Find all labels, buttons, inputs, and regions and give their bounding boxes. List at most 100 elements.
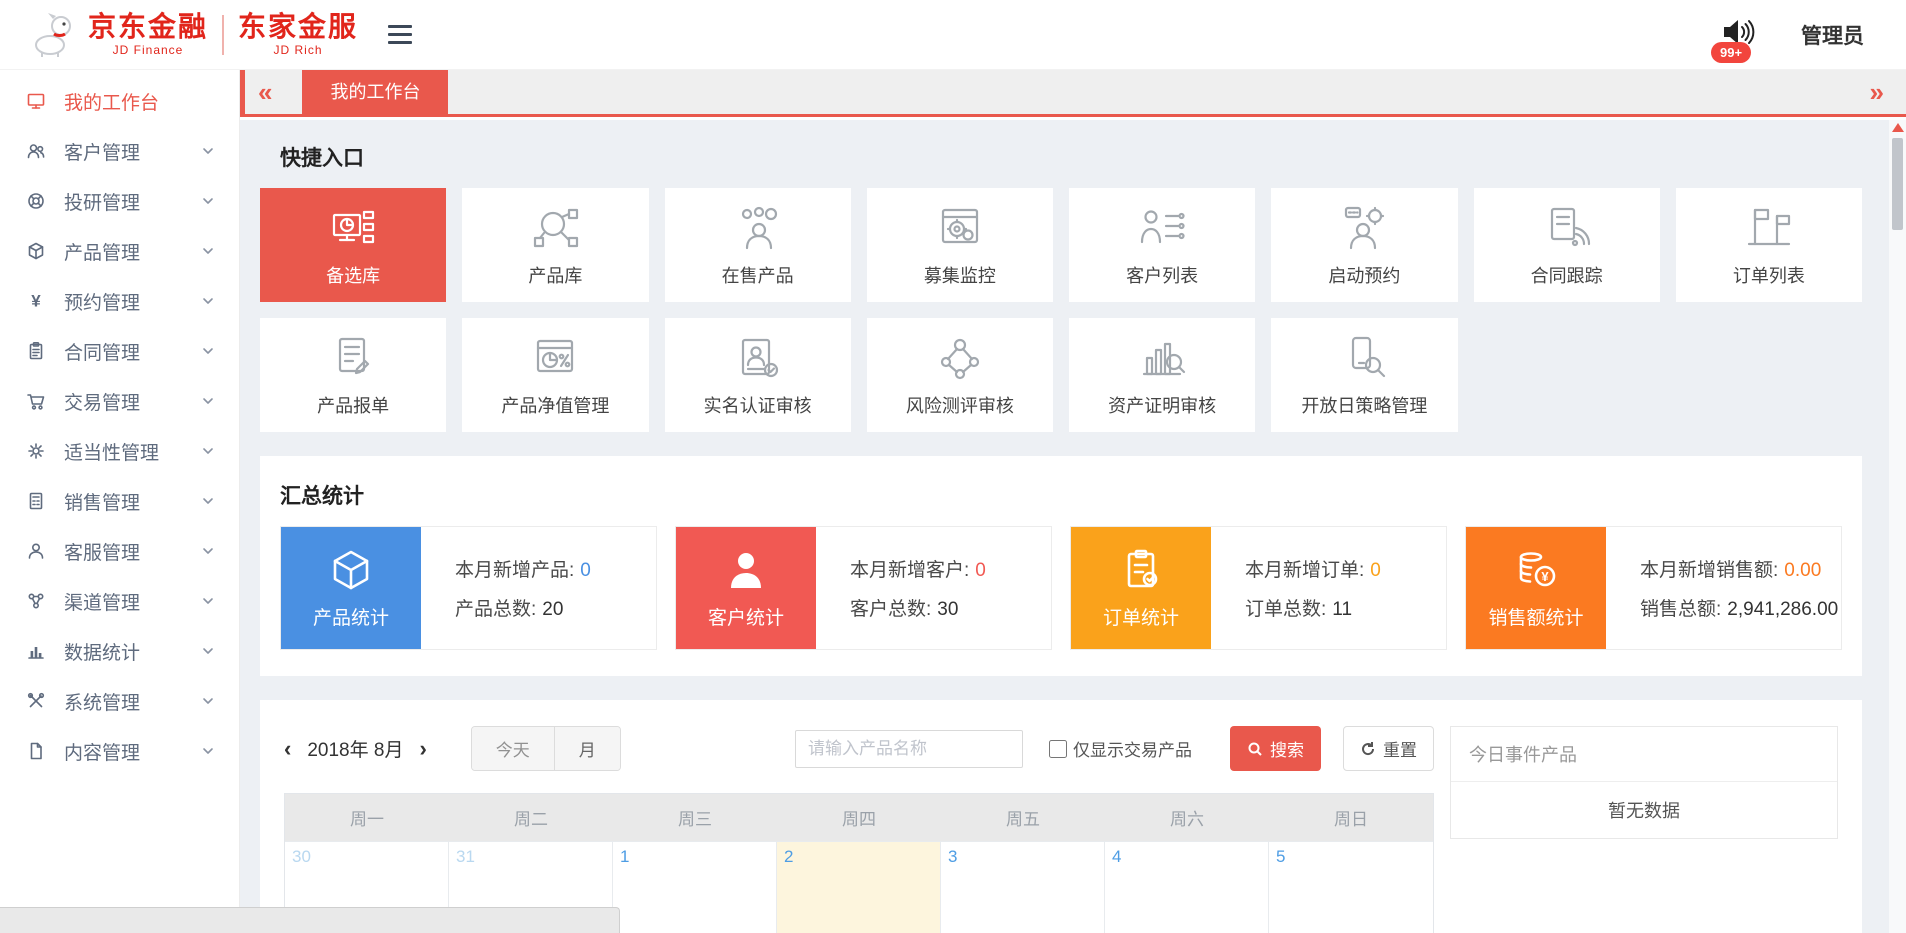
quick-card-order-list[interactable]: 订单列表 <box>1676 188 1862 302</box>
vertical-scrollbar[interactable] <box>1889 120 1906 933</box>
stat-line1-value: 0 <box>1370 560 1381 581</box>
sidebar-item-workbench[interactable]: 我的工作台 <box>0 76 239 126</box>
quick-card-asset-proof-review[interactable]: 资产证明审核 <box>1069 318 1255 432</box>
quick-entry-title: 快捷入口 <box>280 142 1862 172</box>
logo-jd-rich: 东家金服 JD Rich <box>238 13 358 56</box>
sidebar-item-label: 我的工作台 <box>64 88 159 115</box>
tabs-scroll-left-button[interactable]: « <box>240 79 290 105</box>
calendar-cell-today[interactable]: 2 <box>777 841 941 933</box>
quick-card-customer-list[interactable]: 客户列表 <box>1069 188 1255 302</box>
quick-card-alternative-pool[interactable]: 备选库 <box>260 188 446 302</box>
tabs-scroll-right-button[interactable]: » <box>1852 79 1906 105</box>
quick-card-risk-assessment-review[interactable]: 风险测评审核 <box>867 318 1053 432</box>
quick-card-label: 募集监控 <box>924 262 996 288</box>
chevron-down-icon <box>201 544 215 558</box>
scroll-up-arrow-icon[interactable] <box>1892 123 1904 132</box>
quick-card-product-declaration[interactable]: 产品报单 <box>260 318 446 432</box>
logo: 京东金融 JD Finance 东家金服 JD Rich <box>28 9 358 61</box>
stat-block-products: 产品统计 <box>281 527 421 649</box>
month-view-button[interactable]: 月 <box>554 727 620 770</box>
sidebar-item-channel-mgmt[interactable]: 渠道管理 <box>0 576 239 626</box>
stat-line1-value: 0 <box>580 560 591 581</box>
research-icon <box>26 191 50 211</box>
quick-card-label: 实名认证审核 <box>704 392 812 418</box>
quick-card-open-day-strategy[interactable]: 开放日策略管理 <box>1271 318 1457 432</box>
chevron-down-icon <box>201 744 215 758</box>
reset-button[interactable]: 重置 <box>1343 726 1434 771</box>
sidebar-item-contract-mgmt[interactable]: 合同管理 <box>0 326 239 376</box>
scrollbar-thumb[interactable] <box>1892 138 1903 230</box>
today-events-title: 今日事件产品 <box>1451 727 1837 782</box>
quick-card-product-library[interactable]: 产品库 <box>462 188 648 302</box>
tab-bar-accent <box>240 70 245 117</box>
weekday-label: 周一 <box>285 794 449 841</box>
search-button[interactable]: 搜索 <box>1230 726 1321 771</box>
yen-icon: ¥ <box>26 291 50 311</box>
stat-line1-label: 本月新增客户: <box>850 560 969 581</box>
stat-line1-label: 本月新增销售额: <box>1640 560 1778 581</box>
bar-chart-icon <box>26 641 50 661</box>
calendar-cell[interactable]: 4 <box>1105 841 1269 933</box>
quick-card-identity-verification[interactable]: 实名认证审核 <box>665 318 851 432</box>
user-menu[interactable]: 管理员 <box>1801 20 1864 50</box>
stat-block-label: 产品统计 <box>313 603 389 630</box>
quick-card-nav-management[interactable]: 产品净值管理 <box>462 318 648 432</box>
summary-panel: 汇总统计 产品统计 本月新增产品:0 产品总数:20 客户统计 本月新增客 <box>260 456 1862 676</box>
stat-line2-label: 销售总额: <box>1640 599 1721 620</box>
product-search-input[interactable] <box>795 730 1023 768</box>
monitor-icon <box>26 91 50 111</box>
user-icon <box>26 541 50 561</box>
calendar-panel: ‹ 2018年 8月 › 今天 月 仅显示交易产品 搜索 <box>260 700 1862 933</box>
sidebar-item-suitability-mgmt[interactable]: 适当性管理 <box>0 426 239 476</box>
calendar-cell[interactable]: 1 <box>613 841 777 933</box>
sidebar-item-sales-mgmt[interactable]: 销售管理 <box>0 476 239 526</box>
stat-card-products: 产品统计 本月新增产品:0 产品总数:20 <box>280 526 657 650</box>
chevron-down-icon <box>201 394 215 408</box>
quick-card-fundraise-monitor[interactable]: 募集监控 <box>867 188 1053 302</box>
sidebar-item-research-mgmt[interactable]: 投研管理 <box>0 176 239 226</box>
sidebar-item-reservation-mgmt[interactable]: ¥ 预约管理 <box>0 276 239 326</box>
contract-icon <box>26 341 50 361</box>
sidebar-item-service-mgmt[interactable]: 客服管理 <box>0 526 239 576</box>
product-declaration-icon <box>327 332 379 384</box>
sidebar-item-customer-mgmt[interactable]: 客户管理 <box>0 126 239 176</box>
calendar-next-button[interactable]: › <box>419 736 426 762</box>
stat-block-customers: 客户统计 <box>676 527 816 649</box>
quick-card-label: 产品报单 <box>317 392 389 418</box>
sidebar-item-label: 适当性管理 <box>64 438 159 465</box>
trade-only-checkbox[interactable] <box>1049 740 1067 758</box>
jd-dog-mascot-icon <box>28 9 80 61</box>
sidebar-item-trade-mgmt[interactable]: 交易管理 <box>0 376 239 426</box>
start-reservation-icon <box>1338 202 1390 254</box>
quick-card-contract-tracking[interactable]: 合同跟踪 <box>1474 188 1660 302</box>
trade-only-filter[interactable]: 仅显示交易产品 <box>1049 736 1192 761</box>
browser-status-tooltip <box>0 907 620 933</box>
app-header: 京东金融 JD Finance 东家金服 JD Rich 99+ 管理员 <box>0 0 1906 70</box>
search-icon <box>1247 741 1263 757</box>
nav-management-icon <box>529 332 581 384</box>
calendar-cell[interactable]: 5 <box>1269 841 1433 933</box>
sidebar-item-label: 客服管理 <box>64 538 140 565</box>
today-button[interactable]: 今天 <box>472 727 554 770</box>
logo-en-text-2: JD Rich <box>238 44 358 56</box>
quick-card-start-reservation[interactable]: 启动预约 <box>1271 188 1457 302</box>
sidebar-item-content-mgmt[interactable]: 内容管理 <box>0 726 239 776</box>
notifications-button[interactable]: 99+ <box>1721 16 1755 53</box>
chevron-down-icon <box>201 344 215 358</box>
chevron-down-icon <box>201 144 215 158</box>
sidebar-item-system-mgmt[interactable]: 系统管理 <box>0 676 239 726</box>
logo-cn-text: 京东金融 <box>88 13 208 41</box>
calculator-icon <box>26 491 50 511</box>
product-library-icon <box>529 202 581 254</box>
quick-card-label: 开放日策略管理 <box>1301 392 1427 418</box>
calendar-cell[interactable]: 3 <box>941 841 1105 933</box>
sidebar-nav: 我的工作台 客户管理 投研管理 产品管理 ¥ 预约管理 合同管理 交易管理 适当… <box>0 70 240 933</box>
calendar-prev-button[interactable]: ‹ <box>284 736 291 762</box>
quick-card-label: 产品库 <box>528 262 582 288</box>
tab-workbench[interactable]: 我的工作台 <box>302 67 448 114</box>
menu-toggle-icon[interactable] <box>388 25 412 44</box>
sidebar-item-product-mgmt[interactable]: 产品管理 <box>0 226 239 276</box>
quick-card-products-on-sale[interactable]: 在售产品 <box>665 188 851 302</box>
quick-entry-grid: 备选库 产品库 在售产品 募集监控 客户列表 启动预约 合同跟踪 订单列表 <box>260 188 1862 302</box>
sidebar-item-data-stats[interactable]: 数据统计 <box>0 626 239 676</box>
